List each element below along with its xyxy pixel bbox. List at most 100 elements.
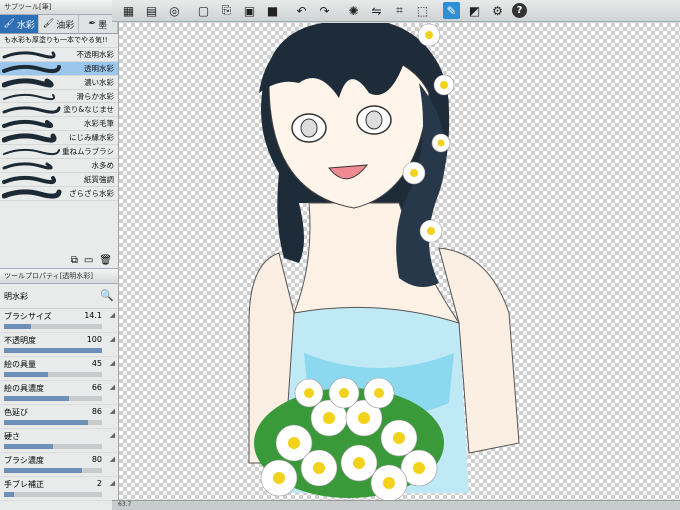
dynamics-icon[interactable]: ◢: [110, 455, 115, 463]
ruler-icon[interactable]: ◩: [466, 2, 483, 19]
transform-icon[interactable]: ⌗: [391, 2, 408, 19]
tab-watercolor[interactable]: 🖌 水彩: [0, 15, 40, 33]
brush-item[interactable]: 透明水彩: [0, 61, 118, 76]
property-value: 66: [91, 383, 102, 392]
dynamics-icon[interactable]: ◢: [110, 431, 115, 439]
redo-icon[interactable]: ↷: [316, 2, 333, 19]
subtool-tabs: 🖌 水彩 🖌 油彩 ✒ 墨: [0, 15, 118, 34]
right-pupil: [365, 110, 383, 130]
dynamics-icon[interactable]: ◢: [110, 479, 115, 487]
property-slider-fill: [4, 492, 14, 497]
brush-label: 重ねムラブラシ: [62, 147, 114, 157]
property-slider[interactable]: [4, 468, 102, 473]
dynamics-icon[interactable]: ◢: [110, 335, 115, 343]
pen-icon[interactable]: ✎: [443, 2, 460, 19]
status-bar: 63.7: [112, 500, 680, 510]
brush-label: 紙質強調: [84, 174, 114, 184]
property-row[interactable]: 絵の具濃度 66 ◢: [0, 381, 118, 405]
property-label: 不透明度: [4, 336, 36, 345]
property-slider[interactable]: [4, 324, 102, 329]
property-label: 絵の具量: [4, 360, 36, 369]
new-canvas-icon[interactable]: ▢: [195, 2, 212, 19]
property-label: 絵の具濃度: [4, 384, 44, 393]
color-box-icon[interactable]: ■: [264, 2, 281, 19]
property-rows: ブラシサイズ 14.1 ◢ 不透明度 100 ◢ 絵の具量 45 ◢ 絵の具濃度 66 ◢ 色延び 86 ◢…: [0, 309, 118, 501]
magnifier-icon[interactable]: 🔍: [100, 289, 114, 302]
brush-stroke-preview: [2, 64, 61, 73]
property-slider[interactable]: [4, 492, 102, 497]
brush-item[interactable]: 塗り&なじませ: [0, 103, 118, 118]
property-row[interactable]: 絵の具量 45 ◢: [0, 357, 118, 381]
drawing-canvas[interactable]: [119, 23, 680, 510]
dynamics-icon[interactable]: ◢: [110, 311, 115, 319]
brush-item[interactable]: 紙質強調: [0, 173, 118, 187]
layer-window-icon[interactable]: ▦: [120, 2, 137, 19]
brush-item[interactable]: 濃い水彩: [0, 76, 118, 90]
brush-stroke-preview: [2, 106, 61, 115]
brush-item[interactable]: ざらざら水彩: [0, 187, 118, 201]
property-label: 色延び: [4, 408, 28, 417]
property-row[interactable]: ブラシサイズ 14.1 ◢: [0, 309, 118, 333]
property-value: 45: [91, 359, 102, 368]
property-row[interactable]: 硬さ ◢: [0, 429, 118, 453]
property-label: 硬さ: [4, 432, 20, 441]
property-slider[interactable]: [4, 420, 102, 425]
brush-item[interactable]: にじみ縁水彩: [0, 131, 118, 146]
save-icon[interactable]: ▣: [241, 2, 258, 19]
property-label: ブラシ濃度: [4, 456, 44, 465]
left-panel: サブツール[筆] 🖌 水彩 🖌 油彩 ✒ 墨 も水彩も厚塗りも一本でやる気!! 不透明水…: [0, 0, 119, 510]
brush-item[interactable]: も水彩も厚塗りも一本でやる気!!: [0, 34, 118, 48]
layer-menu-icon[interactable]: ▤: [143, 2, 160, 19]
subtool-actions: ⧉ ▭ 🗑: [0, 252, 118, 269]
property-slider[interactable]: [4, 372, 102, 377]
subtool-panel-title: サブツール[筆]: [0, 0, 118, 15]
help-button[interactable]: ?: [512, 3, 527, 18]
brush-stroke-preview: [3, 93, 56, 100]
property-value: 2: [96, 479, 102, 488]
dynamics-icon[interactable]: ◢: [110, 359, 115, 367]
brush-item[interactable]: 滑らか水彩: [0, 90, 118, 104]
ink-brush-icon: ✒: [88, 19, 97, 29]
brush-item[interactable]: 水彩毛筆: [0, 117, 118, 132]
property-slider[interactable]: [4, 348, 102, 353]
open-file-icon[interactable]: ⎘: [218, 2, 235, 19]
oil-brush-icon: 🖌: [42, 19, 55, 29]
command-bar: ▦ ▤ ◎ ▢ ⎘ ▣ ■ ↶ ↷ ✺ ⇋ ⌗ ⬚ ✎ ◩ ⚙?: [112, 0, 680, 22]
brush-stroke-preview: [2, 133, 57, 143]
property-row[interactable]: 不透明度 100 ◢: [0, 333, 118, 357]
brush-name: 明水彩 🔍: [0, 284, 118, 309]
tool-property-title: ツールプロパティ[透明水彩]: [0, 269, 118, 284]
property-slider-fill: [4, 324, 32, 329]
property-value: 80: [91, 455, 102, 464]
new-subtool-icon[interactable]: ▭: [84, 255, 93, 266]
property-row[interactable]: ブラシ濃度 80 ◢: [0, 453, 118, 477]
brush-stroke-preview: [2, 175, 57, 184]
property-slider[interactable]: [4, 396, 102, 401]
tab-oil[interactable]: 🖌 油彩: [39, 15, 79, 33]
property-row[interactable]: 色延び 86 ◢: [0, 405, 118, 429]
property-slider-fill: [4, 468, 83, 473]
brush-item[interactable]: 不透明水彩: [0, 48, 118, 62]
property-value: 86: [91, 407, 102, 416]
brush-label: ざらざら水彩: [69, 188, 114, 198]
property-slider-fill: [4, 348, 102, 353]
dynamics-icon[interactable]: ◢: [110, 407, 115, 415]
property-value: 100: [86, 335, 102, 344]
gear-icon[interactable]: ⚙: [489, 2, 506, 19]
illustration-bride: [248, 23, 520, 502]
brush-item[interactable]: 水多め: [0, 159, 118, 173]
dynamics-icon[interactable]: ◢: [110, 383, 115, 391]
brush-label: 不透明水彩: [76, 49, 115, 59]
brightness-icon[interactable]: ✺: [345, 2, 362, 19]
brush-item[interactable]: 重ねムラブラシ: [0, 145, 118, 160]
property-slider[interactable]: [4, 444, 102, 449]
trash-icon[interactable]: 🗑: [99, 255, 112, 266]
property-slider-fill: [4, 444, 53, 449]
property-row[interactable]: 手ブレ補正 2 ◢: [0, 477, 118, 501]
swirl-icon[interactable]: ◎: [166, 2, 183, 19]
brush-label: 濃い水彩: [84, 77, 114, 87]
flip-icon[interactable]: ⇋: [368, 2, 385, 19]
undo-icon[interactable]: ↶: [293, 2, 310, 19]
copy-subtool-icon[interactable]: ⧉: [71, 255, 78, 266]
selection-icon[interactable]: ⬚: [414, 2, 431, 19]
